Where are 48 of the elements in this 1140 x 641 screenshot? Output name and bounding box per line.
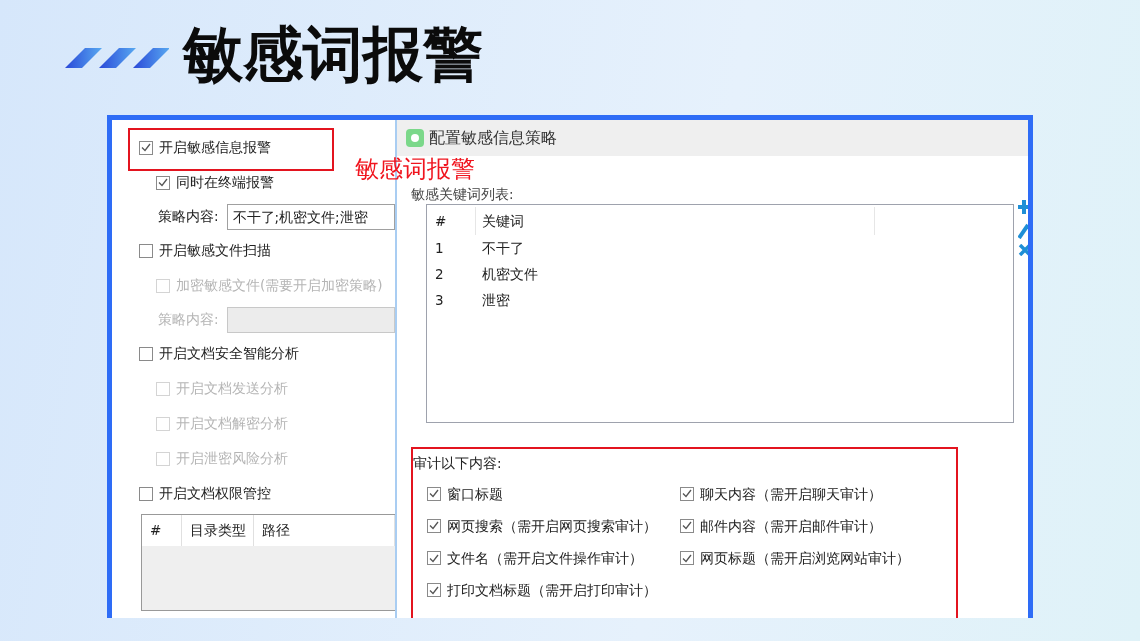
app-icon	[405, 128, 425, 148]
checkbox-label[interactable]: 开启文档安全智能分析	[159, 343, 299, 364]
pencil-icon[interactable]	[1018, 221, 1028, 239]
column-header[interactable]: #	[142, 515, 182, 546]
checkbox-label[interactable]: 窗口标题	[447, 483, 503, 504]
checkbox-label[interactable]: 文件名（需开启文件操作审计）	[447, 548, 643, 569]
checkbox[interactable]	[680, 486, 694, 501]
window-title: 配置敏感信息策略	[429, 127, 557, 149]
table-cell-text: 2	[435, 265, 445, 285]
checkbox-label[interactable]: 开启敏感文件扫描	[159, 240, 271, 261]
checkbox[interactable]	[139, 346, 153, 361]
checkbox[interactable]	[427, 583, 441, 598]
checkbox-label[interactable]: 同时在终端报警	[176, 172, 274, 193]
add-icon[interactable]	[1018, 198, 1028, 216]
checkbox[interactable]	[139, 486, 153, 501]
column-header[interactable]: #	[435, 207, 475, 236]
checkbox-label[interactable]: 网页标题（需开启浏览网站审计）	[700, 548, 910, 569]
column-header[interactable]: 路径	[254, 515, 395, 546]
checkbox[interactable]	[680, 551, 694, 566]
table-cell-text: 不干了	[481, 239, 525, 259]
checkbox[interactable]	[139, 243, 153, 258]
input-field[interactable]: 不干了;机密文件;泄密	[226, 203, 395, 230]
field-label: 策略内容:	[158, 310, 219, 330]
checkbox[interactable]	[680, 518, 694, 533]
checkbox[interactable]	[427, 486, 441, 501]
section-label: 审计以下内容:	[413, 454, 503, 474]
column-header[interactable]: 目录类型	[182, 515, 254, 546]
checkbox[interactable]	[427, 518, 441, 533]
table-cell-text: 机密文件	[481, 265, 539, 285]
field-label: 策略内容:	[158, 207, 219, 227]
checkbox-label[interactable]: 开启敏感信息报警	[159, 137, 271, 158]
checkbox-label[interactable]: 开启文档权限管控	[159, 483, 271, 504]
table-cell-text: 泄密	[481, 291, 511, 311]
close-icon[interactable]	[1018, 244, 1028, 256]
annotation-label: 敏感词报警	[355, 157, 475, 183]
checkbox-label[interactable]: 聊天内容（需开启聊天审计）	[700, 483, 882, 504]
checkbox-label[interactable]: 网页搜索（需开启网页搜索审计）	[447, 515, 657, 536]
checkbox[interactable]	[139, 140, 153, 155]
list-label: 敏感关键词列表:	[411, 185, 515, 204]
table-cell-text: 1	[435, 239, 445, 259]
stripes-icon	[65, 47, 169, 68]
column-header[interactable]: 关键词	[475, 207, 875, 236]
slide-title: 敏感词报警	[183, 23, 483, 84]
table-cell-text: 3	[435, 291, 445, 311]
checkbox-label[interactable]: 邮件内容（需开启邮件审计）	[700, 515, 882, 536]
checkbox-label[interactable]: 打印文档标题（需开启打印审计）	[447, 580, 657, 601]
checkbox[interactable]	[156, 175, 170, 190]
checkbox[interactable]	[427, 551, 441, 566]
